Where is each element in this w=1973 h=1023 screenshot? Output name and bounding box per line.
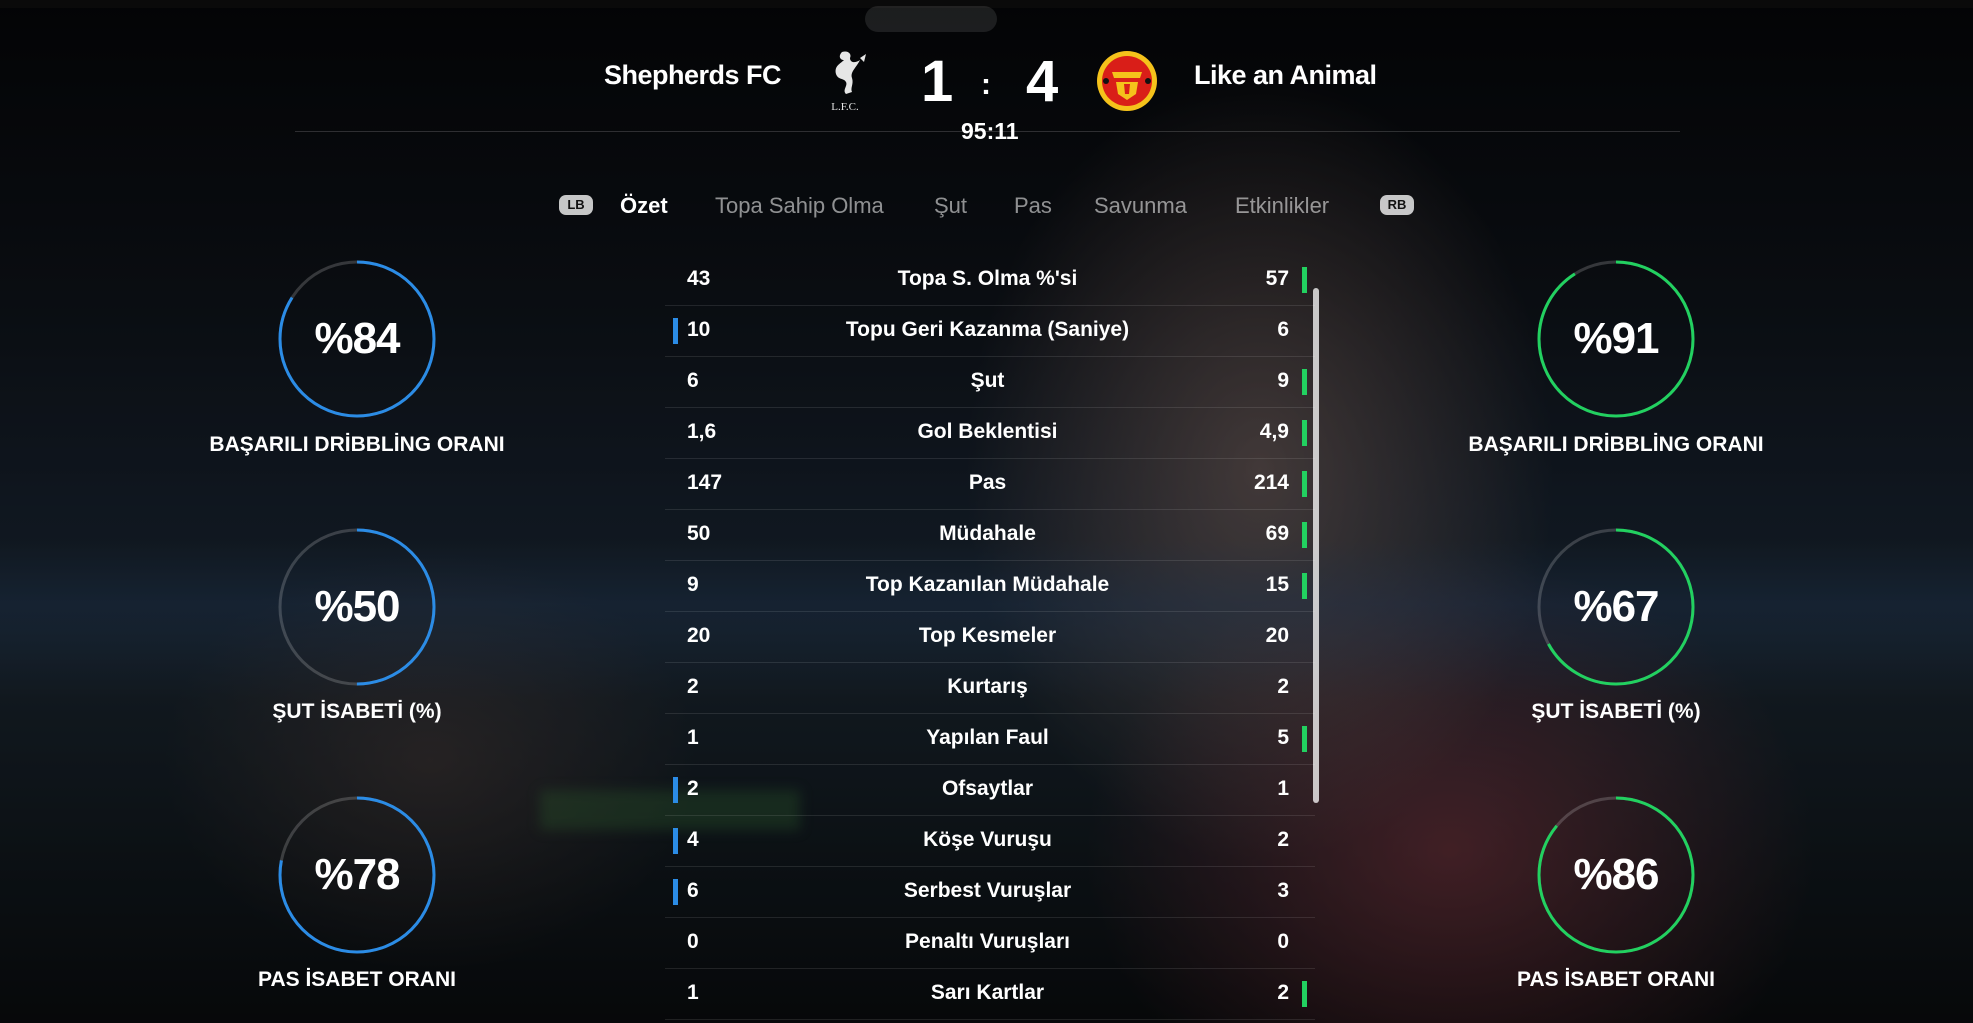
stat-label: Kurtarış: [947, 675, 1028, 698]
away-stat-value: 214: [1253, 471, 1289, 494]
stat-row: 10 Topu Geri Kazanma (Saniye) 6: [665, 306, 1315, 357]
away-stat-value: 20: [1265, 624, 1289, 647]
dial-value: %67: [1573, 582, 1659, 631]
stat-row: 147 Pas 214: [665, 459, 1315, 510]
devil-crest-icon: [1094, 48, 1160, 114]
tab-events[interactable]: Etkinlikler: [1235, 193, 1329, 219]
tab-passing[interactable]: Pas: [1014, 193, 1052, 219]
svg-text:L.F.C.: L.F.C.: [831, 101, 859, 113]
stat-row: 6 Serbest Vuruşlar 3: [665, 867, 1315, 918]
dial-value: %78: [314, 850, 400, 899]
stat-label: Gol Beklentisi: [917, 420, 1058, 443]
stat-row: 50 Müdahale 69: [665, 510, 1315, 561]
away-stat-value: 57: [1265, 267, 1289, 290]
away-stat-value: 15: [1265, 573, 1289, 596]
dial-label: PAS İSABET ORANI: [1517, 968, 1715, 991]
away-pass-accuracy-dial: %86: [1536, 795, 1696, 955]
stat-row: 0 Penaltı Vuruşları 0: [665, 918, 1315, 969]
match-clock: 95:11: [961, 118, 1019, 144]
stat-row: 2 Ofsaytlar 1: [665, 765, 1315, 816]
away-stat-value: 69: [1265, 522, 1289, 545]
dial-value: %91: [1573, 314, 1659, 363]
stat-label: Top Kesmeler: [918, 624, 1057, 647]
stat-label: Penaltı Vuruşları: [905, 930, 1070, 953]
dial-label: PAS İSABET ORANI: [258, 968, 456, 991]
stat-label: Serbest Vuruşlar: [903, 879, 1072, 902]
stat-row: 1 Sarı Kartlar 2: [665, 969, 1315, 1020]
away-stat-value: 6: [1277, 318, 1289, 341]
dial-label: ŞUT İSABETİ (%): [1531, 700, 1701, 723]
home-dribble-dial: %84: [277, 259, 437, 419]
stat-row: 9 Top Kazanılan Müdahale 15: [665, 561, 1315, 612]
dial-label: BAŞARILI DRİBBLİNG ORANI: [1468, 433, 1764, 456]
away-stat-value: 2: [1277, 675, 1289, 698]
away-stat-value: 2: [1277, 981, 1289, 1004]
home-team-name: Shepherds FC: [603, 60, 782, 90]
home-shot-accuracy-dial: %50: [277, 527, 437, 687]
tab-summary[interactable]: Özet: [620, 193, 668, 219]
stats-table: 43 Topa S. Olma %'si 57 10 Topu Geri Kazanma…: [665, 255, 1315, 1020]
away-stat-value: 2: [1277, 828, 1289, 851]
stat-label: Sarı Kartlar: [930, 981, 1045, 1004]
score-separator: :: [981, 68, 991, 101]
tab-defending[interactable]: Savunma: [1094, 193, 1187, 219]
home-pass-accuracy-dial: %78: [277, 795, 437, 955]
home-score: 1: [921, 49, 954, 114]
stat-row: 4 Köşe Vuruşu 2: [665, 816, 1315, 867]
dial-label: BAŞARILI DRİBBLİNG ORANI: [209, 433, 505, 456]
stat-label: Top Kazanılan Müdahale: [865, 573, 1110, 596]
lb-bumper-button[interactable]: LB: [559, 195, 593, 215]
away-score: 4: [1026, 49, 1059, 114]
dial-value: %86: [1573, 850, 1659, 899]
stat-label: Topa S. Olma %'si: [897, 267, 1078, 290]
away-stat-value: 0: [1277, 930, 1289, 953]
stat-row: 2 Kurtarış 2: [665, 663, 1315, 714]
stat-row: 43 Topa S. Olma %'si 57: [665, 255, 1315, 306]
stat-row: 1 Yapılan Faul 5: [665, 714, 1315, 765]
stat-row: 6 Şut 9: [665, 357, 1315, 408]
stat-label: Yapılan Faul: [926, 726, 1049, 749]
dial-label: ŞUT İSABETİ (%): [272, 700, 442, 723]
stat-row: 20 Top Kesmeler 20: [665, 612, 1315, 663]
stat-label: Köşe Vuruşu: [923, 828, 1052, 851]
away-stat-value: 9: [1277, 369, 1289, 392]
stat-label: Müdahale: [939, 522, 1036, 545]
dial-value: %84: [314, 314, 400, 363]
away-team-name: Like an Animal: [1194, 60, 1377, 90]
away-shot-accuracy-dial: %67: [1536, 527, 1696, 687]
top-handle: [865, 6, 997, 32]
stat-label: Topu Geri Kazanma (Saniye): [845, 318, 1130, 341]
liverbird-crest-icon: L.F.C.: [820, 48, 870, 114]
stat-row: 1,6 Gol Beklentisi 4,9: [665, 408, 1315, 459]
away-stat-value: 1: [1277, 777, 1289, 800]
tab-possession[interactable]: Topa Sahip Olma: [715, 193, 884, 219]
rb-bumper-button[interactable]: RB: [1380, 195, 1414, 215]
stat-label: Ofsaytlar: [941, 777, 1034, 800]
away-dribble-dial: %91: [1536, 259, 1696, 419]
stat-label: Şut: [970, 369, 1005, 392]
stats-scrollbar[interactable]: [1313, 288, 1319, 803]
tab-shots[interactable]: Şut: [934, 193, 967, 219]
stat-label: Pas: [968, 471, 1007, 494]
dial-value: %50: [314, 582, 400, 631]
away-stat-value: 5: [1277, 726, 1289, 749]
away-stat-value: 4,9: [1259, 420, 1289, 443]
away-stat-value: 3: [1277, 879, 1289, 902]
